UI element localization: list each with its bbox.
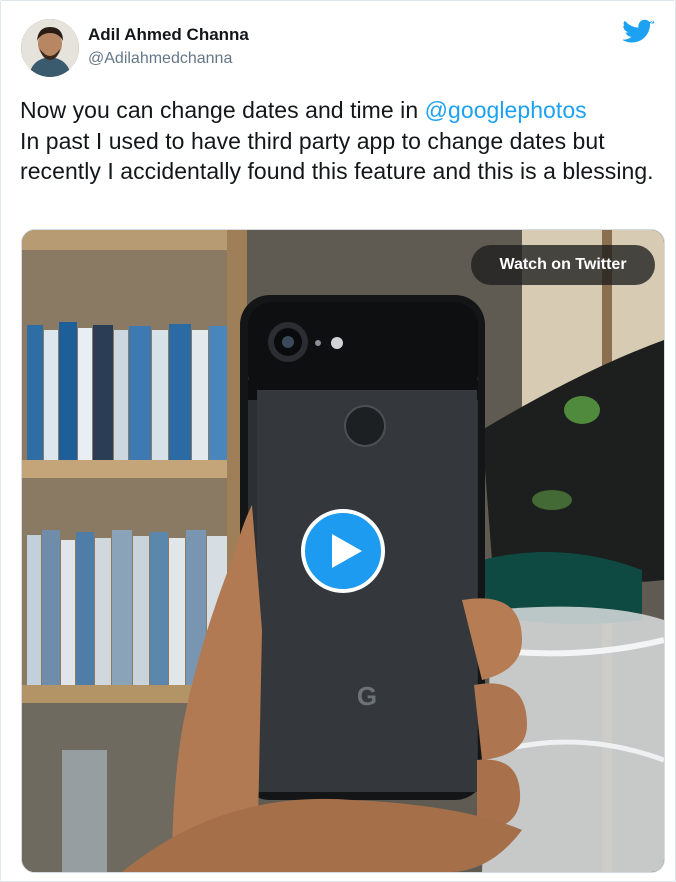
author-name[interactable]: Adil Ahmed Channa (88, 25, 249, 45)
watch-on-twitter-button[interactable]: Watch on Twitter (471, 245, 655, 285)
tweet-text-part1: Now you can change dates and time in (20, 97, 425, 123)
video-thumbnail[interactable]: G Watch on Twitter (21, 229, 665, 873)
play-icon (332, 534, 362, 568)
mention-link[interactable]: @googlephotos (425, 97, 587, 123)
play-button[interactable] (301, 509, 385, 593)
twitter-bird-icon[interactable] (623, 19, 655, 47)
tweet-header: Adil Ahmed Channa @Adilahmedchanna (21, 19, 655, 77)
tweet-card[interactable]: Adil Ahmed Channa @Adilahmedchanna Now y… (0, 0, 676, 882)
svg-text:G: G (357, 681, 377, 711)
tweet-text-part2: In past I used to have third party app t… (20, 127, 654, 185)
tweet-text: Now you can change dates and time in @go… (20, 95, 660, 187)
avatar[interactable] (21, 19, 79, 77)
author-handle[interactable]: @Adilahmedchanna (88, 50, 232, 68)
